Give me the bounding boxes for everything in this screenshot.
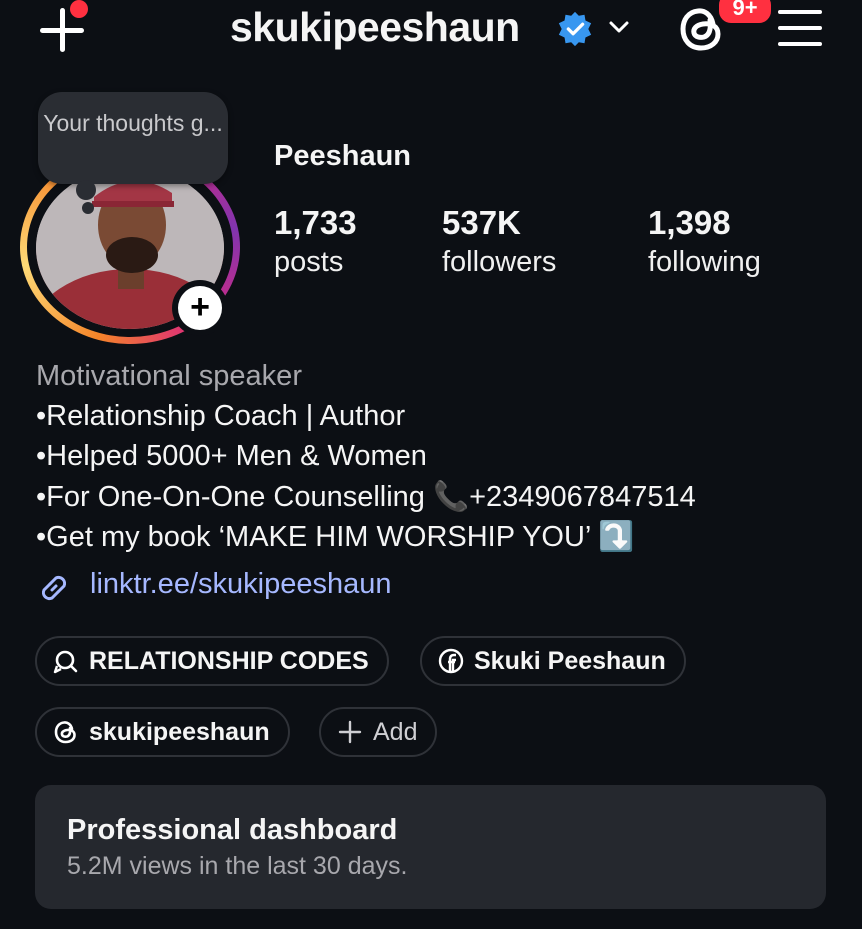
bio-line: •For One-On-One Counselling 📞+2349067847… [36, 481, 696, 513]
add-link-button[interactable]: Add [319, 707, 438, 757]
link-icon [41, 575, 67, 601]
search-chat-icon [53, 650, 78, 674]
notification-dot [70, 0, 88, 18]
following-count[interactable]: 1,398 [648, 204, 731, 242]
following-label[interactable]: following [648, 246, 761, 279]
threads-icon [54, 721, 76, 744]
pill-label: Skuki Peeshaun [474, 646, 666, 675]
followers-count[interactable]: 537K [442, 204, 521, 242]
account-username[interactable]: skukipeeshaun [230, 4, 520, 51]
add-story-button[interactable]: + [178, 286, 222, 330]
menu-button[interactable] [778, 10, 822, 46]
dashboard-title: Professional dashboard [67, 814, 398, 846]
facebook-icon [438, 648, 464, 674]
relationship-codes-button[interactable]: RELATIONSHIP CODES [35, 636, 389, 686]
bio-line: •Relationship Coach | Author [36, 400, 406, 432]
bio-line: •Helped 5000+ Men & Women [36, 440, 427, 472]
profile-link[interactable]: linktr.ee/skukipeeshaun [90, 568, 391, 601]
pill-label: RELATIONSHIP CODES [89, 646, 369, 675]
pill-label: Add [373, 717, 418, 746]
bio-category: Motivational speaker [36, 360, 302, 392]
followers-label[interactable]: followers [442, 246, 556, 279]
display-name: Peeshaun [274, 140, 411, 172]
posts-count[interactable]: 1,733 [274, 204, 357, 242]
bio-line: •Get my book ‘MAKE HIM WORSHIP YOU’ ⤵️ [36, 521, 635, 553]
chevron-down-icon[interactable] [606, 14, 632, 40]
plus-icon [338, 720, 362, 744]
posts-label[interactable]: posts [274, 246, 343, 279]
verified-badge-icon [558, 11, 592, 47]
professional-dashboard-card[interactable] [35, 785, 826, 909]
threads-notification-badge: 9+ [716, 0, 774, 26]
note-bubble[interactable] [38, 92, 228, 184]
note-text: Your thoughts g... [43, 110, 223, 136]
dashboard-subtitle: 5.2M views in the last 30 days. [67, 852, 408, 880]
pill-label: skukipeeshaun [89, 717, 270, 746]
threads-link-button[interactable]: skukipeeshaun [35, 707, 290, 757]
facebook-link-button[interactable]: Skuki Peeshaun [420, 636, 686, 686]
